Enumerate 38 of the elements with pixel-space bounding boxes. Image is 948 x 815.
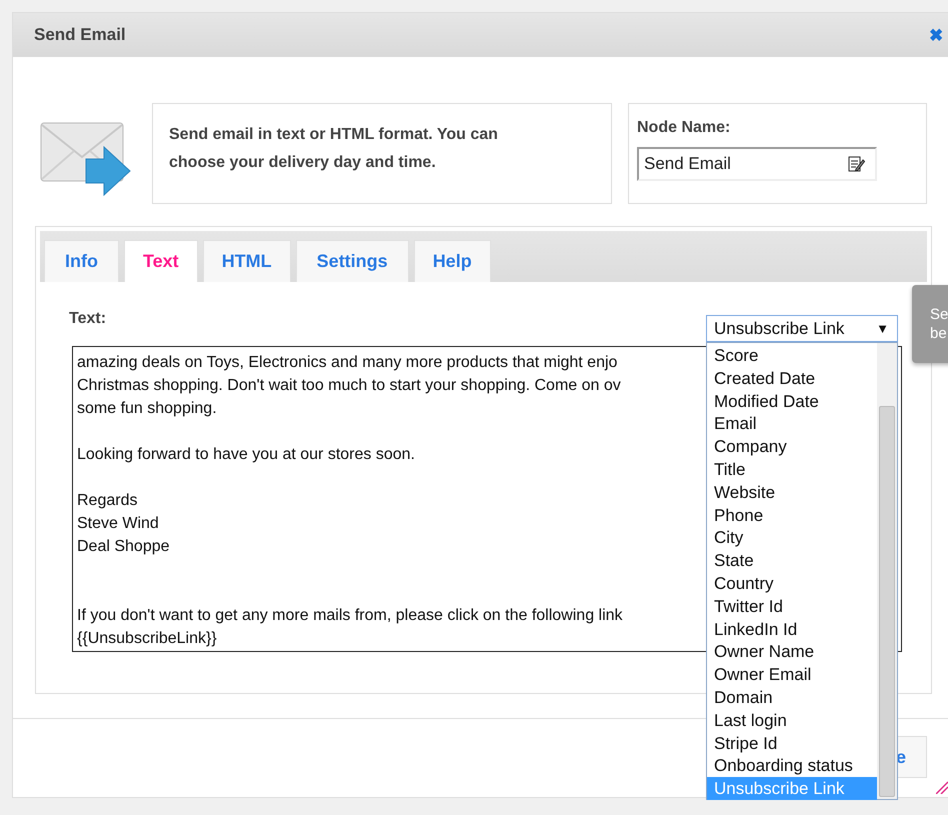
dropdown-option[interactable]: State [707,549,877,572]
tooltip-text: Se [930,305,948,324]
dropdown-option[interactable]: Modified Date [707,390,877,412]
dropdown-option[interactable]: Domain [707,686,877,709]
scrollbar-thumb[interactable] [879,406,895,797]
dialog-title: Send Email [34,25,126,45]
dropdown-option[interactable]: Created Date [707,366,877,390]
caret-icon: ▼ [876,321,889,336]
dropdown-option[interactable]: Company [707,435,877,458]
close-button[interactable]: ✖ [926,24,946,46]
dropdown-option[interactable]: Country [707,572,877,595]
dropdown-option[interactable]: LinkedIn Id [707,618,877,640]
resize-handle-icon[interactable] [936,780,948,794]
dropdown-option[interactable]: Score [707,344,877,367]
description-text: Send email in text or HTML format. You can choose your delivery day and time. [169,125,499,173]
scrollbar[interactable] [877,343,897,799]
dropdown-option[interactable]: Title [707,458,877,481]
tooltip-text: be [930,324,948,343]
dropdown-option[interactable]: Last login [707,708,877,732]
tab[interactable]: Info [44,240,119,282]
dropdown-option[interactable]: Owner Email [707,663,877,686]
dropdown-option[interactable]: Twitter Id [707,594,877,618]
edit-icon[interactable] [847,155,865,173]
dropdown-option[interactable]: City [707,526,877,550]
node-name-label: Node Name: [637,119,732,137]
field-select[interactable]: Unsubscribe Link ▼ [706,315,898,342]
tab[interactable]: Help [414,240,491,282]
tab[interactable]: Text [124,240,198,282]
tab[interactable]: Settings [296,240,409,282]
tab[interactable]: HTML [202,240,291,282]
dropdown-option[interactable]: Phone [707,504,877,526]
node-name-field[interactable]: Send Email [637,147,877,181]
text-label: Text: [69,310,106,328]
dropdown-option[interactable]: Stripe Id [707,732,877,754]
dropdown-option[interactable]: Email [707,412,877,436]
dropdown-option[interactable]: Website [707,480,877,504]
dropdown-option[interactable]: Onboarding status [707,754,877,778]
envelope-icon [40,121,132,199]
